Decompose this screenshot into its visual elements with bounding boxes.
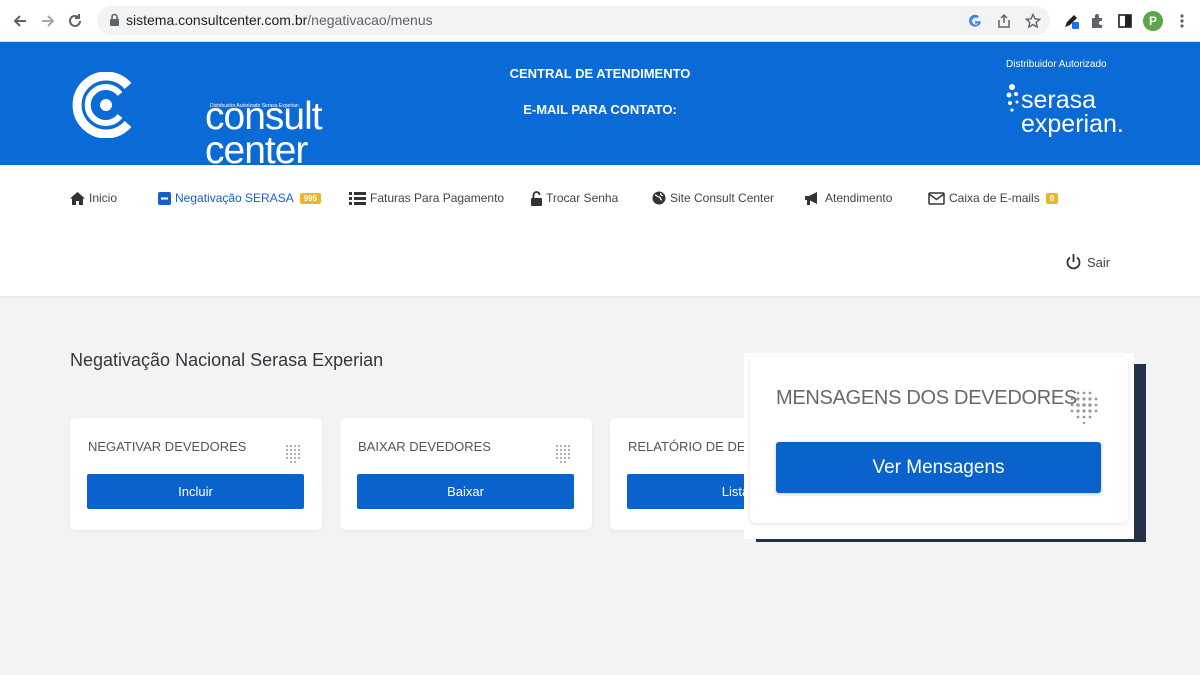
card-title: NEGATIVAR DEVEDORES bbox=[88, 439, 247, 454]
home-icon bbox=[70, 191, 85, 205]
dots-grid-icon bbox=[556, 445, 570, 463]
url-text: sistema.consultcenter.com.br/negativacao… bbox=[126, 12, 433, 28]
minus-square-icon bbox=[158, 191, 171, 205]
menu-label: Caixa de E-mails bbox=[949, 191, 1040, 205]
menu-item-trocar-senha[interactable]: Trocar Senha bbox=[531, 189, 618, 207]
count-badge: 995 bbox=[299, 192, 322, 204]
lock-icon bbox=[109, 13, 120, 32]
card-negativar-devedores: NEGATIVAR DEVEDORES Incluir bbox=[70, 418, 322, 530]
reload-icon[interactable] bbox=[63, 9, 87, 33]
profile-avatar[interactable]: P bbox=[1141, 9, 1165, 33]
list-icon bbox=[349, 191, 366, 205]
logout-button[interactable]: Sair bbox=[1066, 254, 1110, 270]
incluir-button[interactable]: Incluir bbox=[87, 474, 304, 509]
dots-grid-icon bbox=[1070, 391, 1098, 425]
consult-center-logo-mark bbox=[72, 72, 132, 138]
experian-word: experian. bbox=[1021, 110, 1124, 138]
menu-label: Site Consult Center bbox=[670, 191, 775, 205]
main-menu: Inicio Negativação SERASA 995 Faturas Pa… bbox=[0, 165, 1200, 296]
menu-item-atendimento[interactable]: Atendimento bbox=[804, 189, 892, 207]
page-title: Negativação Nacional Serasa Experian bbox=[70, 350, 384, 370]
card-mensagens-devedores: MENSAGENS DOS DEVEDORES Ver Mensagens bbox=[750, 357, 1128, 523]
menu-label: Inicio bbox=[89, 191, 118, 205]
card-baixar-devedores: BAIXAR DEVEDORES Baixar bbox=[340, 418, 592, 530]
logout-label: Sair bbox=[1087, 254, 1111, 270]
menu-label: Negativação SERASA bbox=[175, 191, 294, 205]
central-atendimento-label: CENTRAL DE ATENDIMENTO bbox=[509, 66, 691, 81]
serasa-dots-icon bbox=[1006, 84, 1019, 112]
card-title: BAIXAR DEVEDORES bbox=[358, 439, 491, 454]
distributor-label: Distribuidor Autorizado bbox=[1006, 59, 1107, 70]
baixar-button[interactable]: Baixar bbox=[357, 474, 574, 509]
count-badge: 0 bbox=[1045, 192, 1059, 204]
megaphone-icon bbox=[805, 192, 817, 205]
contact-info: CENTRAL DE ATENDIMENTO E-MAIL PARA CONTA… bbox=[450, 66, 750, 138]
dots-grid-icon bbox=[286, 445, 300, 463]
envelope-icon bbox=[928, 191, 945, 205]
extensions-puzzle-icon[interactable] bbox=[1086, 9, 1110, 33]
profile-initial: P bbox=[1143, 11, 1163, 31]
power-icon bbox=[1066, 254, 1081, 270]
unlock-icon bbox=[531, 190, 542, 206]
globe-icon bbox=[652, 191, 666, 205]
ver-mensagens-button[interactable]: Ver Mensagens bbox=[776, 442, 1101, 493]
card-title: RELATÓRIO DE DEVE bbox=[628, 439, 763, 454]
menu-item-site-consult-center[interactable]: Site Consult Center bbox=[652, 189, 774, 207]
browser-toolbar: sistema.consultcenter.com.br/negativacao… bbox=[0, 0, 1200, 42]
menu-item-inicio[interactable]: Inicio bbox=[70, 189, 117, 207]
email-contact-label: E-MAIL PARA CONTATO: bbox=[523, 102, 677, 117]
menu-item-caixa-de-emails[interactable]: Caixa de E-mails 0 bbox=[928, 189, 1059, 207]
logo-wordmark: consult center bbox=[205, 97, 323, 172]
forward-icon[interactable] bbox=[36, 9, 60, 33]
consult-center-logo[interactable]: Distribuidor Autorizado Serasa Experian … bbox=[68, 72, 323, 170]
side-panel-icon[interactable] bbox=[1113, 9, 1137, 33]
serasa-experian-logo: serasa experian. bbox=[1006, 84, 1146, 146]
menu-label: Atendimento bbox=[825, 191, 893, 205]
menu-item-negativacao-serasa[interactable]: Negativação SERASA 995 bbox=[158, 189, 322, 207]
star-icon[interactable] bbox=[1023, 11, 1043, 31]
share-icon[interactable] bbox=[994, 11, 1014, 31]
back-icon[interactable] bbox=[8, 9, 32, 33]
menu-label: Trocar Senha bbox=[546, 191, 619, 205]
menu-item-faturas[interactable]: Faturas Para Pagamento bbox=[349, 189, 504, 207]
google-icon[interactable] bbox=[965, 11, 985, 31]
logo-word-center: center bbox=[205, 129, 308, 172]
more-menu-icon[interactable] bbox=[1170, 9, 1194, 33]
menu-label: Faturas Para Pagamento bbox=[370, 191, 505, 205]
extension-pen-icon[interactable] bbox=[1059, 9, 1083, 33]
address-bar[interactable]: sistema.consultcenter.com.br/negativacao… bbox=[97, 6, 1050, 35]
site-header: Distribuidor Autorizado Serasa Experian … bbox=[0, 42, 1200, 170]
card-title: MENSAGENS DOS DEVEDORES bbox=[776, 387, 1077, 409]
